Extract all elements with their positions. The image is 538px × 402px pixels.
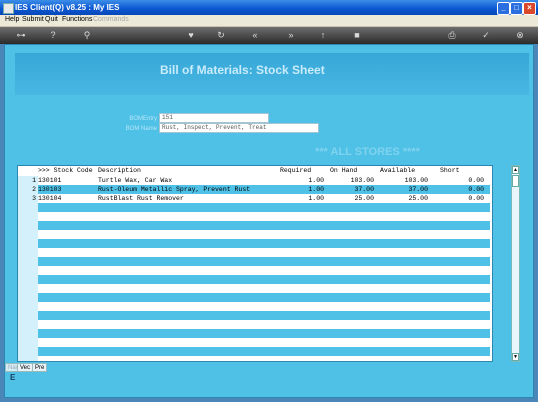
scroll-up-arrow[interactable]: ▲ — [512, 166, 519, 174]
cell-available: 37.00 — [408, 186, 428, 193]
table-row[interactable] — [38, 293, 490, 302]
col-short[interactable]: Short — [440, 167, 460, 174]
stock-grid: >>> Stock Code Description Required On H… — [17, 165, 493, 362]
bom-entry-field[interactable]: 151 — [159, 113, 269, 123]
cell-required: 1.00 — [308, 186, 324, 193]
refresh-icon[interactable]: ↻ — [216, 30, 226, 40]
cell-desc: Turtle Wax, Car Wax — [98, 177, 173, 184]
table-row[interactable]: 3 130104 RustBlast Rust Remover 1.00 25.00 25… — [32, 194, 490, 203]
maximize-button[interactable]: □ — [510, 2, 523, 15]
search-icon[interactable]: ⚲ — [82, 30, 92, 40]
col-available[interactable]: Available — [380, 167, 415, 174]
table-row[interactable] — [38, 320, 490, 329]
menu-commands[interactable]: Commands — [93, 16, 129, 23]
close-button[interactable]: × — [523, 2, 536, 15]
table-row[interactable] — [38, 329, 490, 338]
table-row[interactable]: 1 130101 Turtle Wax, Car Wax 1.00 103.00 103.… — [32, 176, 490, 185]
row-number: 1 — [32, 177, 36, 184]
menu-submit[interactable]: Submit — [22, 16, 44, 23]
check-icon[interactable]: ✓ — [481, 30, 491, 40]
main-panel: Bill of Materials: Stock Sheet BOMEntry … — [4, 44, 534, 398]
rewind-icon[interactable]: « — [250, 30, 260, 40]
cell-desc: RustBlast Rust Remover — [98, 195, 184, 202]
stores-banner: *** ALL STORES **** — [315, 146, 420, 158]
col-description[interactable]: Description — [98, 167, 141, 174]
grid-scrollbar[interactable]: ▲ ▼ — [511, 165, 520, 362]
table-row[interactable] — [38, 338, 490, 347]
cell-available: 103.00 — [404, 177, 428, 184]
table-row[interactable] — [38, 284, 490, 293]
menu-quit[interactable]: Quit — [45, 16, 58, 23]
cancel-icon[interactable]: ⊗ — [515, 30, 525, 40]
header-band: Bill of Materials: Stock Sheet — [15, 53, 529, 95]
heart-icon[interactable]: ♥ — [186, 30, 196, 40]
table-row[interactable] — [38, 275, 490, 284]
table-row[interactable] — [38, 221, 490, 230]
tab-pre[interactable]: Pre — [32, 363, 48, 372]
cell-available: 25.00 — [408, 195, 428, 202]
up-icon[interactable]: ↑ — [318, 30, 328, 40]
print-icon[interactable]: ⎙ — [447, 30, 457, 40]
table-row[interactable] — [38, 266, 490, 275]
cell-desc: Rust-Oleum Metallic Spray, Prevent Rust — [98, 186, 251, 193]
key-icon[interactable]: ⊶ — [10, 30, 32, 40]
cell-code: 130104 — [38, 195, 62, 202]
table-row[interactable] — [38, 248, 490, 257]
minimize-button[interactable]: _ — [497, 2, 510, 15]
window-title: IES Client(Q) v8.25 : My IES — [15, 3, 120, 12]
forward-icon[interactable]: » — [286, 30, 296, 40]
scroll-down-arrow[interactable]: ▼ — [512, 353, 519, 361]
scroll-thumb[interactable] — [512, 175, 519, 187]
bom-entry-label: BOMEntry — [129, 116, 157, 122]
table-row[interactable] — [38, 302, 490, 311]
tab-vec[interactable]: Vec — [17, 363, 34, 372]
stop-icon[interactable]: ■ — [352, 30, 362, 40]
col-stock-code[interactable]: >>> Stock Code — [38, 167, 93, 174]
page-title: Bill of Materials: Stock Sheet — [160, 63, 325, 77]
col-on-hand[interactable]: On Hand — [330, 167, 357, 174]
cell-on-hand: 103.00 — [350, 177, 374, 184]
cell-required: 1.00 — [308, 177, 324, 184]
table-row[interactable] — [38, 230, 490, 239]
table-row[interactable] — [38, 212, 490, 221]
app-icon — [3, 3, 14, 14]
table-row[interactable] — [38, 239, 490, 248]
cell-short: 0.00 — [468, 195, 484, 202]
menu-help[interactable]: Help — [5, 16, 19, 23]
table-row[interactable] — [38, 203, 490, 212]
menu-bar: Help Submit Quit Functions Commands — [0, 15, 538, 27]
cell-code: 130103 — [38, 186, 62, 193]
footer-logo: E — [10, 373, 16, 382]
cell-required: 1.00 — [308, 195, 324, 202]
row-number: 3 — [32, 195, 36, 202]
menu-functions[interactable]: Functions — [62, 16, 92, 23]
row-number: 2 — [32, 186, 36, 193]
bom-name-field[interactable]: Rust, Inspect, Prevent, Treat — [159, 123, 319, 133]
cell-on-hand: 37.00 — [354, 186, 374, 193]
help-icon[interactable]: ? — [48, 30, 58, 40]
bom-name-label: BOM Name — [125, 126, 157, 132]
cell-short: 0.00 — [468, 186, 484, 193]
cell-short: 0.00 — [468, 177, 484, 184]
table-row[interactable]: 2 130103 Rust-Oleum Metallic Spray, Preven… — [32, 185, 490, 194]
col-required[interactable]: Required — [280, 167, 311, 174]
grid-header: >>> Stock Code Description Required On H… — [18, 166, 492, 176]
toolbar: ⊶ ? ⚲ ♥ ↻ « » ↑ ■ ⎙ ✓ ⊗ — [0, 27, 538, 44]
table-row[interactable] — [38, 311, 490, 320]
row-number-column — [18, 176, 38, 361]
table-row[interactable] — [38, 257, 490, 266]
cell-on-hand: 25.00 — [354, 195, 374, 202]
table-row[interactable] — [38, 347, 490, 356]
title-bar: IES Client(Q) v8.25 : My IES _ □ × — [0, 0, 538, 15]
cell-code: 130101 — [38, 177, 62, 184]
